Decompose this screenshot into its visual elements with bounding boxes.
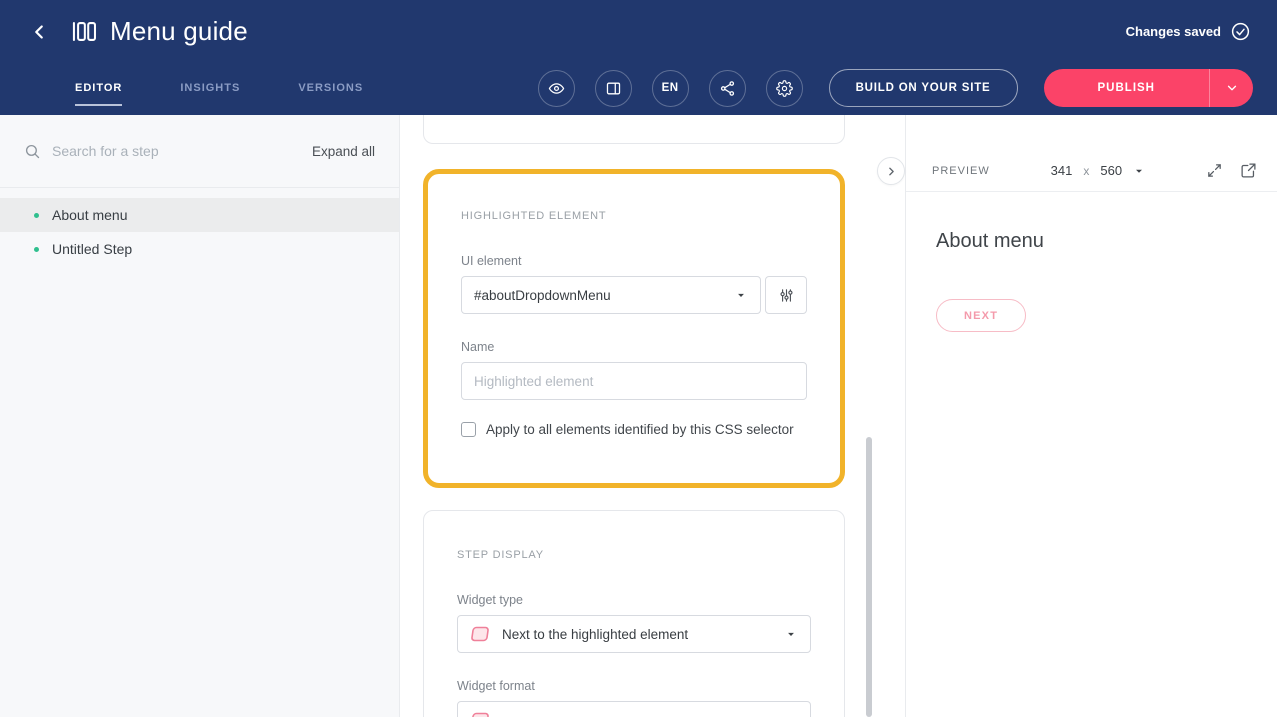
steps-sidebar: Expand all About menu Untitled Step <box>0 115 400 717</box>
gear-icon <box>776 80 793 97</box>
widget-format-select[interactable] <box>457 701 811 717</box>
step-status-dot <box>34 213 39 218</box>
step-status-dot <box>34 247 39 252</box>
previous-section-card-partial <box>423 115 845 144</box>
highlighted-element-name-input[interactable] <box>461 362 807 400</box>
preview-eye-button[interactable] <box>538 70 575 107</box>
widget-type-icon <box>469 624 492 644</box>
tab-editor[interactable]: EDITOR <box>75 76 122 100</box>
collapse-preview-button[interactable] <box>877 157 905 185</box>
external-link-icon <box>1240 162 1257 179</box>
publish-button-group: PUBLISH <box>1044 69 1253 107</box>
step-search-row: Expand all <box>0 115 399 188</box>
chevron-down-icon <box>734 288 748 302</box>
publish-button[interactable]: PUBLISH <box>1044 69 1209 107</box>
check-circle-icon <box>1230 21 1251 42</box>
widget-type-select[interactable]: Next to the highlighted element <box>457 615 811 653</box>
preview-size-selector[interactable]: 341 x 560 <box>1051 163 1145 178</box>
selector-settings-button[interactable] <box>765 276 807 314</box>
expand-preview-button[interactable] <box>1206 162 1223 179</box>
preview-header: PREVIEW 341 x 560 <box>906 150 1277 192</box>
preview-next-button[interactable]: NEXT <box>936 299 1026 332</box>
layout-panel-button[interactable] <box>595 70 632 107</box>
step-display-card: STEP DISPLAY Widget type Next to the hig… <box>423 510 845 717</box>
name-label: Name <box>461 340 807 354</box>
widget-type-value: Next to the highlighted element <box>502 627 688 642</box>
search-icon <box>24 143 41 160</box>
back-chevron-icon <box>28 21 50 43</box>
step-search-input[interactable] <box>52 143 312 159</box>
tab-versions[interactable]: VERSIONS <box>298 76 363 100</box>
tab-bar: EDITOR INSIGHTS VERSIONS <box>75 76 363 100</box>
publish-dropdown-button[interactable] <box>1209 69 1253 107</box>
widget-format-label: Widget format <box>457 679 811 693</box>
step-list: About menu Untitled Step <box>0 198 399 266</box>
page-title: Menu guide <box>110 16 248 47</box>
language-button[interactable]: EN <box>652 70 689 107</box>
preview-step-title: About menu <box>936 230 1247 253</box>
sliders-icon <box>778 287 795 304</box>
open-in-new-window-button[interactable] <box>1240 162 1257 179</box>
ui-element-select[interactable]: #aboutDropdownMenu <box>461 276 761 314</box>
guide-icon <box>70 18 97 45</box>
preview-title: PREVIEW <box>932 165 990 177</box>
changes-saved-status: Changes saved <box>1126 21 1251 42</box>
step-label: About menu <box>52 207 128 223</box>
back-button[interactable] <box>24 17 54 47</box>
expand-all-link[interactable]: Expand all <box>312 144 375 159</box>
layout-panel-icon <box>605 80 622 97</box>
preview-width-value: 341 <box>1051 163 1073 178</box>
preview-panel: PREVIEW 341 x 560 <box>905 115 1277 717</box>
step-list-item-untitled-step[interactable]: Untitled Step <box>0 232 399 266</box>
size-separator: x <box>1083 164 1089 178</box>
chevron-down-icon <box>1133 165 1145 177</box>
changes-saved-label: Changes saved <box>1126 24 1221 39</box>
preview-body: About menu NEXT <box>906 192 1277 370</box>
top-header: Menu guide Changes saved EDITOR INSIGHTS… <box>0 0 1277 115</box>
chevron-down-icon <box>1225 81 1239 95</box>
editor-scrollbar[interactable] <box>866 437 872 717</box>
chevron-down-icon <box>784 627 798 641</box>
step-list-item-about-menu[interactable]: About menu <box>0 198 399 232</box>
highlighted-element-card: HIGHLIGHTED ELEMENT UI element #aboutDro… <box>423 169 845 488</box>
step-label: Untitled Step <box>52 241 132 257</box>
ui-element-label: UI element <box>461 254 807 268</box>
widget-type-label: Widget type <box>457 593 811 607</box>
share-icon <box>719 80 736 97</box>
header-actions: EN BUILD ON YOUR SITE PUBLISH <box>538 69 1253 107</box>
apply-all-label: Apply to all elements identified by this… <box>486 422 794 437</box>
resize-diagonal-icon <box>1206 162 1223 179</box>
tab-insights[interactable]: INSIGHTS <box>180 76 240 100</box>
chevron-right-icon <box>885 165 898 178</box>
ui-element-value: #aboutDropdownMenu <box>474 288 611 303</box>
settings-button[interactable] <box>766 70 803 107</box>
build-on-your-site-button[interactable]: BUILD ON YOUR SITE <box>829 69 1018 107</box>
step-editor-panel: HIGHLIGHTED ELEMENT UI element #aboutDro… <box>400 115 905 717</box>
language-label: EN <box>662 82 679 94</box>
share-button[interactable] <box>709 70 746 107</box>
chevron-down-icon <box>784 713 798 717</box>
preview-height-value: 560 <box>1100 163 1122 178</box>
eye-icon <box>548 80 565 97</box>
section-title: STEP DISPLAY <box>457 549 811 561</box>
app-window: Menu guide Changes saved EDITOR INSIGHTS… <box>0 0 1277 717</box>
section-title: HIGHLIGHTED ELEMENT <box>461 210 807 222</box>
apply-all-checkbox[interactable] <box>461 422 476 437</box>
widget-format-icon <box>469 710 492 717</box>
